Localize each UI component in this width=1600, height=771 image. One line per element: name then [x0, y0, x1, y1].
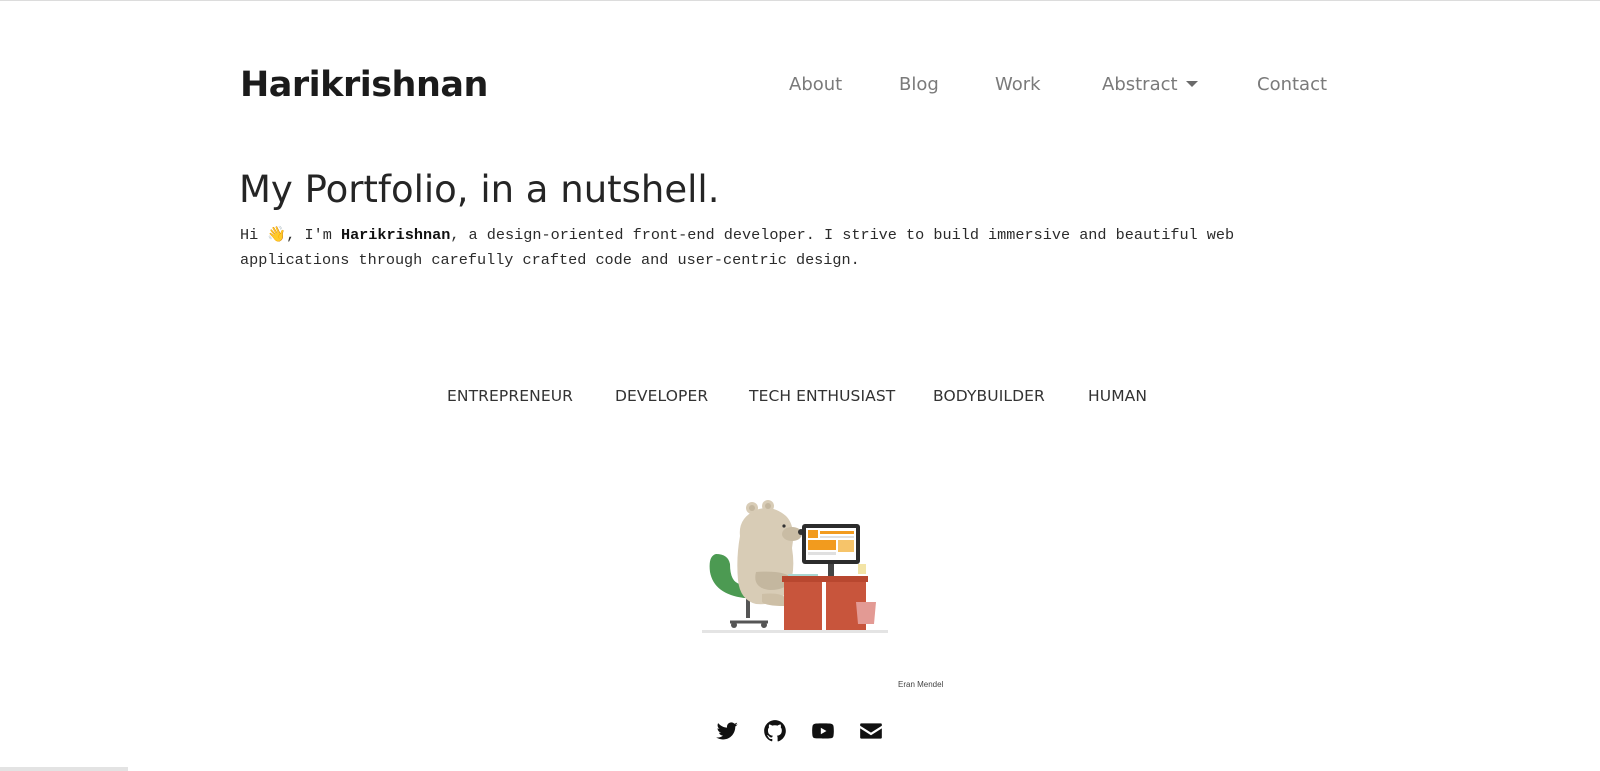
github-link[interactable] — [762, 718, 788, 744]
illustration-credit[interactable]: Eran Mendel — [898, 680, 943, 689]
youtube-icon — [812, 723, 834, 739]
nav-item-about[interactable]: About — [789, 70, 842, 100]
role-item: TECH ENTHUSIAST — [749, 387, 896, 405]
top-divider — [0, 0, 1600, 1]
intro-greeting: Hi — [240, 226, 268, 244]
github-icon — [764, 720, 786, 742]
twitter-icon — [716, 722, 738, 740]
envelope-icon — [860, 723, 882, 739]
bear-at-computer-illustration — [700, 498, 910, 638]
role-item: HUMAN — [1088, 387, 1148, 405]
nav-item-abstract[interactable]: Abstract — [1102, 70, 1198, 100]
nav-item-abstract-label: Abstract — [1102, 74, 1178, 95]
nav-item-contact[interactable]: Contact — [1257, 70, 1327, 100]
role-item: ENTREPRENEUR — [447, 387, 574, 405]
nav-item-blog[interactable]: Blog — [899, 70, 939, 100]
nav-item-work[interactable]: Work — [995, 70, 1041, 100]
youtube-link[interactable] — [810, 718, 836, 744]
email-link[interactable] — [858, 718, 884, 744]
twitter-link[interactable] — [714, 718, 740, 744]
social-links — [0, 718, 1600, 744]
page: Harikrishnan About Blog Work Abstract Co… — [0, 0, 1600, 771]
intro-name: Harikrishnan — [340, 226, 451, 244]
caret-down-icon — [1185, 81, 1198, 87]
role-item: BODYBUILDER — [933, 387, 1045, 405]
waving-hand-icon: 👋 — [267, 225, 287, 243]
roles-list: ENTREPRENEUR DEVELOPER TECH ENTHUSIAST B… — [0, 383, 1600, 409]
horizontal-scrollbar[interactable] — [0, 767, 128, 771]
main-nav: About Blog Work Abstract Contact — [0, 70, 1600, 100]
intro-text: Hi 👋, I'm Harikrishnan, a design-oriente… — [240, 222, 1320, 273]
hero-title: My Portfolio, in a nutshell. — [239, 168, 720, 211]
intro-im: , I'm — [286, 226, 341, 244]
role-item: DEVELOPER — [615, 387, 709, 405]
